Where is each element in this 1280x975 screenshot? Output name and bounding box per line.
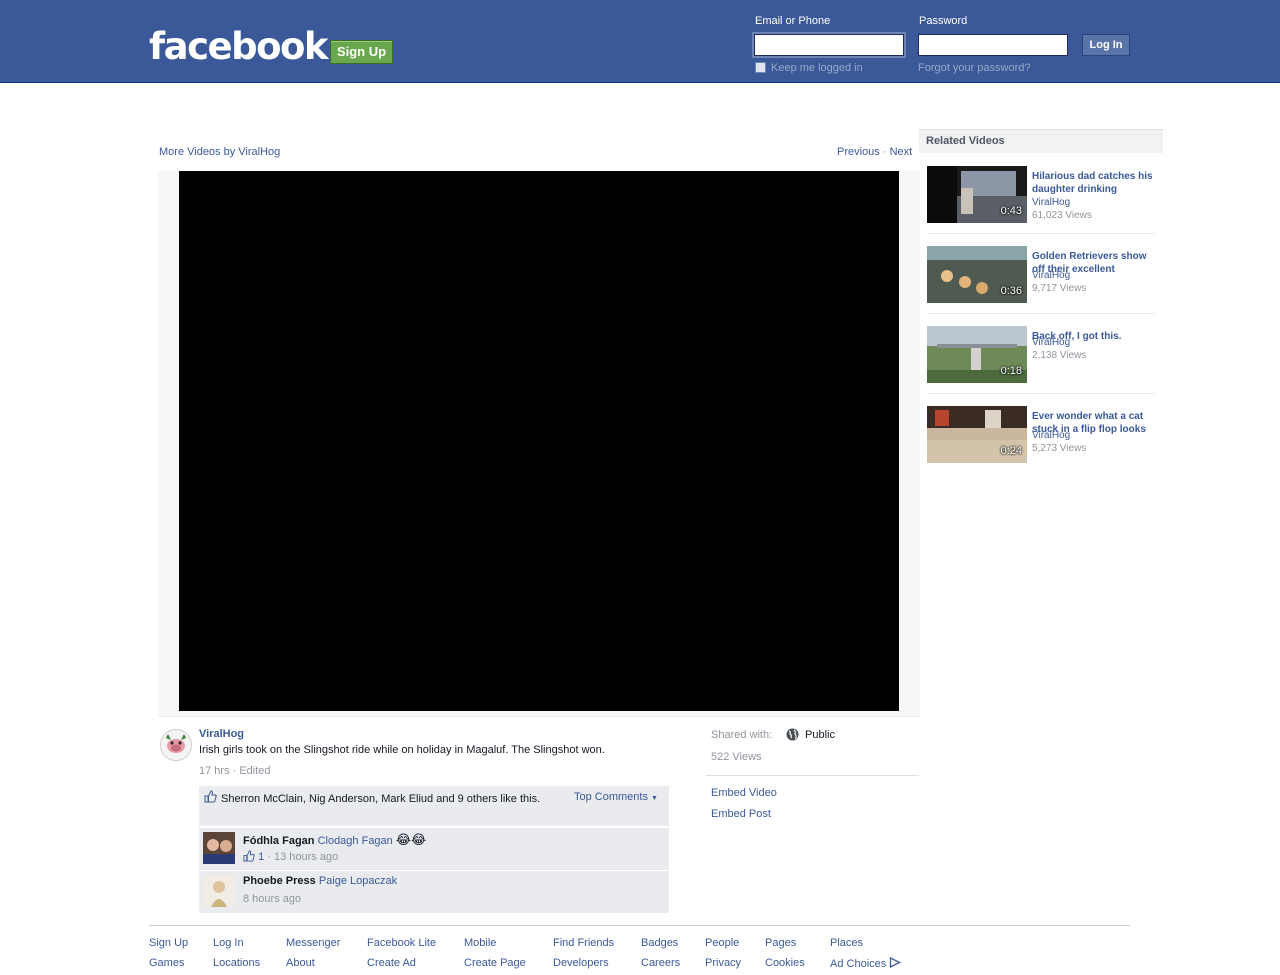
- footer-link[interactable]: Log In: [213, 937, 244, 949]
- video-thumbnail[interactable]: 0:24: [927, 406, 1027, 463]
- more-videos-link[interactable]: More Videos by ViralHog: [159, 146, 280, 158]
- commenter-name[interactable]: Fódhla Fagan: [243, 835, 315, 847]
- related-video-title[interactable]: Hilarious dad catches his daughter drink…: [1032, 170, 1154, 196]
- footer-link[interactable]: Badges: [641, 937, 678, 949]
- post-author[interactable]: ViralHog: [199, 728, 244, 740]
- avatar[interactable]: [160, 729, 192, 761]
- top-bar: facebook Sign Up Email or Phone Password…: [0, 0, 1280, 83]
- divider: [927, 233, 1155, 234]
- thumbs-up-icon[interactable]: [243, 850, 258, 863]
- ad-choices-label: Ad Choices: [830, 958, 887, 970]
- caret-down-icon: ▼: [651, 795, 658, 802]
- forgot-password-link[interactable]: Forgot your password?: [918, 62, 1031, 74]
- next-link[interactable]: Next: [890, 146, 913, 158]
- footer-link[interactable]: Locations: [213, 957, 260, 969]
- video-duration: 0:43: [1000, 205, 1022, 217]
- footer-link[interactable]: People: [705, 937, 739, 949]
- keep-logged-in-label[interactable]: Keep me logged in: [771, 62, 863, 74]
- footer-link[interactable]: Careers: [641, 957, 680, 969]
- video-duration: 0:18: [1000, 365, 1022, 377]
- footer-link[interactable]: About: [286, 957, 315, 969]
- footer-link[interactable]: Find Friends: [553, 937, 614, 949]
- related-video-item[interactable]: 0:18 Back off, I got this. ViralHog 2,13…: [927, 326, 1155, 406]
- commenter-avatar[interactable]: [203, 875, 235, 907]
- nav-separator: ·: [882, 146, 887, 158]
- ad-choices-icon: [889, 956, 902, 970]
- comment: Fódhla Fagan Clodagh Fagan 😂😂 1 · 13 hou…: [199, 827, 669, 870]
- footer-link[interactable]: Messenger: [286, 937, 340, 949]
- footer-link[interactable]: Facebook Lite: [367, 937, 436, 949]
- tagged-user[interactable]: Clodagh Fagan: [318, 835, 393, 847]
- video-thumbnail[interactable]: 0:36: [927, 246, 1027, 303]
- footer-link[interactable]: Pages: [765, 937, 796, 949]
- footer-link[interactable]: Create Page: [464, 957, 526, 969]
- privacy-value: Public: [805, 729, 835, 741]
- password-label: Password: [919, 15, 968, 27]
- shared-with-label: Shared with:: [711, 729, 773, 741]
- related-video-views: 2,138 Views: [1032, 350, 1087, 361]
- previous-link[interactable]: Previous: [837, 146, 880, 158]
- comment-like-count[interactable]: 1: [258, 851, 264, 863]
- comment-time[interactable]: 8 hours ago: [243, 893, 301, 905]
- related-video-item[interactable]: 0:24 Ever wonder what a cat stuck in a f…: [927, 406, 1155, 486]
- sign-up-button[interactable]: Sign Up: [330, 40, 393, 64]
- footer-link[interactable]: Places: [830, 937, 863, 949]
- commenter-name[interactable]: Phoebe Press: [243, 875, 316, 887]
- comment-time[interactable]: · 13 hours ago: [267, 851, 338, 863]
- comment-text: Fódhla Fagan Clodagh Fagan 😂😂: [243, 832, 426, 848]
- footer-link[interactable]: Developers: [553, 957, 609, 969]
- footer-link[interactable]: Sign Up: [149, 937, 188, 949]
- footer-link[interactable]: Create Ad: [367, 957, 416, 969]
- footer-link[interactable]: Ad Choices: [830, 956, 902, 970]
- top-comments-dropdown[interactable]: Top Comments ▼: [574, 791, 658, 803]
- password-input[interactable]: [918, 34, 1068, 56]
- related-video-author[interactable]: ViralHog: [1032, 430, 1070, 441]
- divider: [706, 775, 919, 776]
- related-video-author[interactable]: ViralHog: [1032, 270, 1070, 281]
- footer-link[interactable]: Privacy: [705, 957, 741, 969]
- related-video-author[interactable]: ViralHog: [1032, 337, 1070, 348]
- divider: [927, 393, 1155, 394]
- video-player[interactable]: [179, 171, 899, 711]
- laughing-emoji: 😂😂: [395, 832, 427, 847]
- email-input[interactable]: [752, 32, 906, 58]
- view-count: 522 Views: [711, 751, 762, 763]
- footer-link[interactable]: Cookies: [765, 957, 805, 969]
- footer-divider: [149, 925, 1130, 926]
- prev-next-nav: Previous · Next: [837, 146, 912, 158]
- video-duration: 0:36: [1000, 285, 1022, 297]
- related-video-item[interactable]: 0:36 Golden Retrievers show off their ex…: [927, 246, 1155, 326]
- log-in-button[interactable]: Log In: [1082, 34, 1130, 56]
- tagged-user[interactable]: Paige Lopaczak: [319, 875, 397, 887]
- post-timestamp[interactable]: 17 hrs · Edited: [199, 765, 271, 777]
- video-thumbnail[interactable]: 0:18: [927, 326, 1027, 383]
- facebook-logo[interactable]: facebook: [149, 26, 329, 68]
- thumbs-up-icon[interactable]: [204, 790, 217, 806]
- keep-logged-in-checkbox[interactable]: [755, 62, 766, 73]
- comment-text: Phoebe Press Paige Lopaczak: [243, 875, 397, 887]
- related-video-author[interactable]: ViralHog: [1032, 197, 1070, 208]
- embed-post-link[interactable]: Embed Post: [711, 808, 771, 820]
- video-duration: 0:24: [1000, 445, 1022, 457]
- email-label: Email or Phone: [755, 15, 831, 27]
- likes-summary[interactable]: Sherron McClain, Nig Anderson, Mark Eliu…: [221, 791, 566, 807]
- related-video-views: 61,023 Views: [1032, 210, 1092, 221]
- video-thumbnail[interactable]: 0:43: [927, 166, 1027, 223]
- post-text: Irish girls took on the Slingshot ride w…: [199, 744, 605, 756]
- related-videos-header: Related Videos: [919, 129, 1163, 153]
- footer-link[interactable]: Mobile: [464, 937, 496, 949]
- related-video-views: 5,273 Views: [1032, 443, 1087, 454]
- globe-icon: [786, 728, 799, 744]
- comment: Phoebe Press Paige Lopaczak 8 hours ago: [199, 870, 669, 913]
- comment-meta: 1 · 13 hours ago: [243, 850, 338, 863]
- commenter-avatar[interactable]: [203, 832, 235, 864]
- likes-box: Sherron McClain, Nig Anderson, Mark Eliu…: [199, 786, 669, 826]
- related-video-views: 9,717 Views: [1032, 283, 1087, 294]
- embed-video-link[interactable]: Embed Video: [711, 787, 777, 799]
- footer-link[interactable]: Games: [149, 957, 184, 969]
- top-comments-label: Top Comments: [574, 791, 648, 803]
- divider: [927, 313, 1155, 314]
- related-video-item[interactable]: 0:43 Hilarious dad catches his daughter …: [927, 166, 1155, 246]
